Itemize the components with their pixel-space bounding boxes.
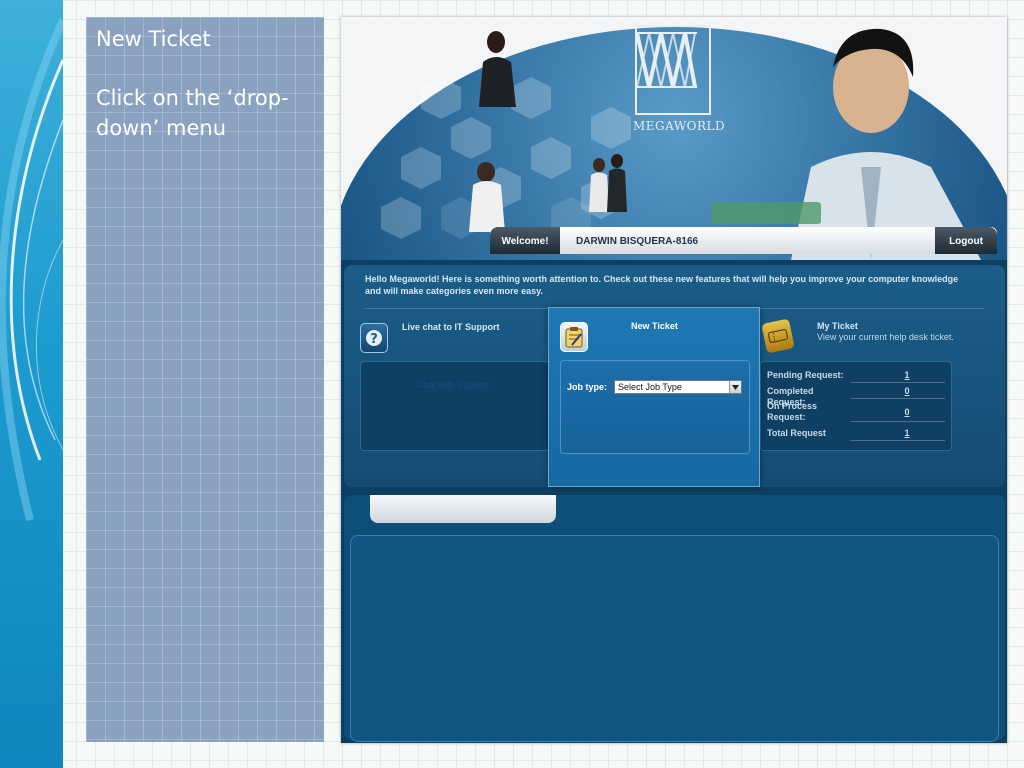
instruction-panel: New Ticket Click on the ‘drop-down’ menu bbox=[86, 17, 324, 742]
job-type-selected-value: Select Job Type bbox=[618, 382, 682, 392]
megaworld-logo: MEGAWORLD bbox=[633, 25, 726, 141]
header-banner: MEGAWORLD Welcome! DARWIN BISQUERA-8166 … bbox=[341, 17, 1007, 260]
my-ticket-title[interactable]: My Ticket bbox=[817, 321, 858, 331]
help-question-icon[interactable]: ? bbox=[360, 323, 388, 353]
stat-underline bbox=[851, 382, 945, 383]
slide-title: New Ticket bbox=[96, 27, 211, 51]
live-chat-label: Live chat to IT Support bbox=[402, 322, 500, 332]
clipboard-icon bbox=[560, 322, 588, 352]
stat-value-link[interactable]: 0 bbox=[867, 386, 947, 396]
user-name: DARWIN BISQUERA-8166 bbox=[576, 236, 699, 247]
stat-underline bbox=[851, 398, 945, 399]
logout-button[interactable]: Logout bbox=[935, 227, 997, 254]
stat-underline bbox=[851, 421, 945, 422]
stat-value-link[interactable]: 1 bbox=[867, 428, 947, 438]
content-tab[interactable] bbox=[370, 495, 556, 523]
ticket-stats-box: Pending Request: 1 Completed Request: 0 … bbox=[760, 361, 952, 451]
content-panel bbox=[344, 495, 1005, 742]
new-ticket-title: New Ticket bbox=[631, 321, 678, 331]
my-ticket-subtitle: View your current help desk ticket. bbox=[817, 332, 954, 342]
intro-text: Hello Megaworld! Here is something worth… bbox=[365, 274, 959, 296]
stat-label: Pending Request: bbox=[767, 370, 844, 380]
live-chat-box: Chat with Support bbox=[360, 361, 552, 451]
logo-text: MEGAWORLD bbox=[633, 119, 726, 133]
logo-mark-icon bbox=[635, 25, 711, 115]
stat-underline bbox=[851, 440, 945, 441]
app-screenshot: MEGAWORLD Welcome! DARWIN BISQUERA-8166 … bbox=[341, 17, 1007, 743]
stat-value-link[interactable]: 1 bbox=[867, 370, 947, 380]
stat-label: Total Request bbox=[767, 428, 826, 438]
new-ticket-popup: New Ticket Job type: Select Job Type bbox=[548, 307, 760, 487]
slide-instruction: Click on the ‘drop-down’ menu bbox=[96, 86, 289, 140]
chevron-down-icon[interactable] bbox=[729, 381, 741, 393]
ticket-icon[interactable] bbox=[761, 318, 795, 354]
live-chat-link[interactable]: Chat with Support bbox=[417, 380, 489, 390]
stat-label: On Process Request: bbox=[767, 401, 818, 422]
stat-value-link[interactable]: 0 bbox=[867, 407, 947, 417]
job-type-label: Job type: bbox=[567, 382, 608, 392]
job-type-dropdown[interactable]: Select Job Type bbox=[614, 380, 742, 394]
welcome-bar: Welcome! DARWIN BISQUERA-8166 Logout bbox=[490, 227, 997, 254]
job-type-box: Job type: Select Job Type bbox=[560, 360, 750, 454]
content-area bbox=[350, 535, 999, 742]
welcome-label: Welcome! bbox=[490, 227, 560, 254]
decorative-side-stripe bbox=[0, 0, 63, 768]
svg-text:?: ? bbox=[370, 332, 378, 347]
